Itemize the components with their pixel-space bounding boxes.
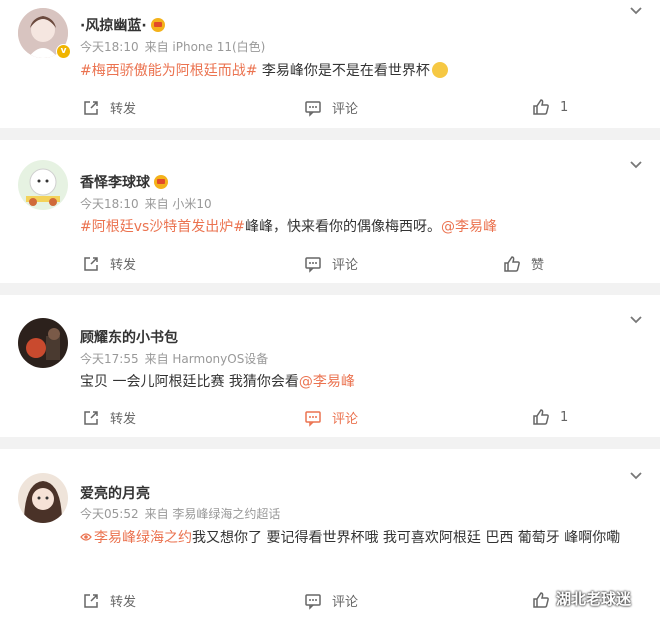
- comment-time[interactable]: 今天05:52: [80, 507, 139, 521]
- repost-icon: [84, 256, 98, 271]
- member-crown-icon: [150, 18, 165, 32]
- comment-time[interactable]: 今天17:55: [80, 352, 139, 366]
- repost-label: 转发: [110, 102, 137, 117]
- comment-text: #梅西骄傲能为阿根廷而战# 李易峰你是不是在看世界杯: [80, 60, 448, 80]
- super-topic-icon: [80, 533, 92, 541]
- member-crown-icon: [154, 175, 168, 189]
- comment-time[interactable]: 今天18:10: [80, 40, 139, 54]
- username-text: 顾耀东的小书包: [80, 330, 178, 346]
- comment-label: 评论: [332, 595, 359, 610]
- comment-time[interactable]: 今天18:10: [80, 197, 139, 211]
- comment-card: 顾耀东的小书包 今天17:55 来自 HarmonyOS设备 宝贝 一会儿阿根廷比…: [0, 295, 660, 437]
- comment-label: 评论: [332, 412, 359, 427]
- comment-text: 李易峰绿海之约我又想你了 要记得看世界杯哦 我可喜欢阿根廷 巴西 葡萄牙 峰啊你…: [80, 527, 620, 547]
- thumbs-up-icon: [533, 592, 549, 608]
- comment-text: 宝贝 一会儿阿根廷比赛 我猜你会看@李易峰: [80, 371, 355, 391]
- username-text: ·风掠幽蓝·: [80, 18, 147, 34]
- comment-meta: 今天17:55 来自 HarmonyOS设备: [80, 350, 268, 367]
- comment-body: 宝贝 一会儿阿根廷比赛 我猜你会看: [80, 374, 299, 390]
- repost-button[interactable]: 转发: [82, 591, 136, 610]
- username[interactable]: ·风掠幽蓝·: [80, 15, 165, 35]
- avatar-image: [18, 318, 68, 368]
- like-button[interactable]: 1: [532, 408, 568, 426]
- comment-label: 评论: [332, 102, 359, 117]
- mention-link[interactable]: @李易峰: [299, 374, 355, 390]
- comment-body: 峰峰，快来看你的偶像梅西呀。: [245, 219, 442, 235]
- thumbs-up-icon: [533, 99, 549, 115]
- avatar-image: [18, 160, 68, 210]
- comment-button[interactable]: 评论: [304, 254, 358, 273]
- comment-body: 我又想你了 要记得看世界杯哦 我可喜欢阿根廷 巴西 葡萄牙 峰啊你嘞: [192, 530, 621, 546]
- avatar-image: [18, 473, 68, 523]
- comment-icon: [305, 593, 321, 610]
- like-button[interactable]: 1: [532, 98, 568, 116]
- comment-meta: 今天05:52 来自 李易峰绿海之约超话: [80, 505, 280, 522]
- username[interactable]: 香怿李球球: [80, 172, 168, 192]
- mention-link[interactable]: @李易峰: [441, 219, 497, 235]
- cat-emoji-icon: [431, 62, 448, 78]
- comment-meta: 今天18:10 来自 iPhone 11(白色): [80, 38, 265, 55]
- thumbs-up-icon: [504, 255, 520, 272]
- like-count: 1: [560, 409, 569, 425]
- repost-label: 转发: [110, 258, 137, 273]
- super-topic-link[interactable]: 李易峰绿海之约: [94, 530, 192, 546]
- repost-icon: [84, 410, 98, 425]
- comment-icon: [305, 100, 321, 117]
- comment-icon: [305, 256, 321, 273]
- hashtag-link[interactable]: #阿根廷vs沙特首发出炉#: [80, 219, 245, 235]
- repost-icon: [84, 593, 98, 608]
- comment-text: #阿根廷vs沙特首发出炉#峰峰，快来看你的偶像梅西呀。@李易峰: [80, 216, 497, 236]
- repost-button[interactable]: 转发: [82, 408, 136, 427]
- comment-card: v ·风掠幽蓝· 今天18:10 来自 iPhone 11(白色) #梅西骄傲能为…: [0, 0, 660, 128]
- comment-meta: 今天18:10 来自 小米10: [80, 195, 212, 212]
- repost-button[interactable]: 转发: [82, 254, 136, 273]
- comment-body: 李易峰你是不是在看世界杯: [257, 63, 430, 79]
- hashtag-link[interactable]: #梅西骄傲能为阿根廷而战#: [80, 63, 257, 79]
- username[interactable]: 顾耀东的小书包: [80, 327, 178, 347]
- avatar[interactable]: [18, 318, 68, 368]
- verified-badge-icon: v: [56, 44, 71, 59]
- chevron-down-icon[interactable]: [628, 468, 644, 484]
- username-text: 爱亮的月亮: [80, 486, 150, 502]
- comment-label: 评论: [332, 258, 359, 273]
- chevron-down-icon[interactable]: [628, 157, 644, 173]
- avatar[interactable]: [18, 473, 68, 523]
- comment-button[interactable]: 评论: [304, 98, 358, 117]
- username-text: 香怿李球球: [80, 175, 150, 191]
- comment-source: 来自 李易峰绿海之约超话: [144, 507, 281, 521]
- repost-label: 转发: [110, 412, 137, 427]
- comment-card: 香怿李球球 今天18:10 来自 小米10 #阿根廷vs沙特首发出炉#峰峰，快来看…: [0, 140, 660, 283]
- repost-button[interactable]: 转发: [82, 98, 136, 117]
- repost-label: 转发: [110, 595, 137, 610]
- comment-button[interactable]: 评论: [304, 408, 358, 427]
- comment-source: 来自 iPhone 11(白色): [144, 40, 266, 54]
- comment-source: 来自 HarmonyOS设备: [144, 352, 269, 366]
- repost-icon: [84, 100, 98, 115]
- comment-icon: [305, 410, 321, 427]
- thumbs-up-icon: [533, 409, 549, 425]
- comment-button[interactable]: 评论: [304, 591, 358, 610]
- watermark: 湖北老球迷: [556, 590, 632, 608]
- chevron-down-icon[interactable]: [628, 312, 644, 328]
- avatar[interactable]: [18, 160, 68, 210]
- username[interactable]: 爱亮的月亮: [80, 483, 150, 503]
- like-label: 赞: [531, 258, 545, 273]
- comment-source: 来自 小米10: [144, 197, 212, 211]
- like-count: 1: [560, 99, 569, 115]
- chevron-down-icon[interactable]: [628, 3, 644, 19]
- like-button[interactable]: 赞: [503, 254, 544, 273]
